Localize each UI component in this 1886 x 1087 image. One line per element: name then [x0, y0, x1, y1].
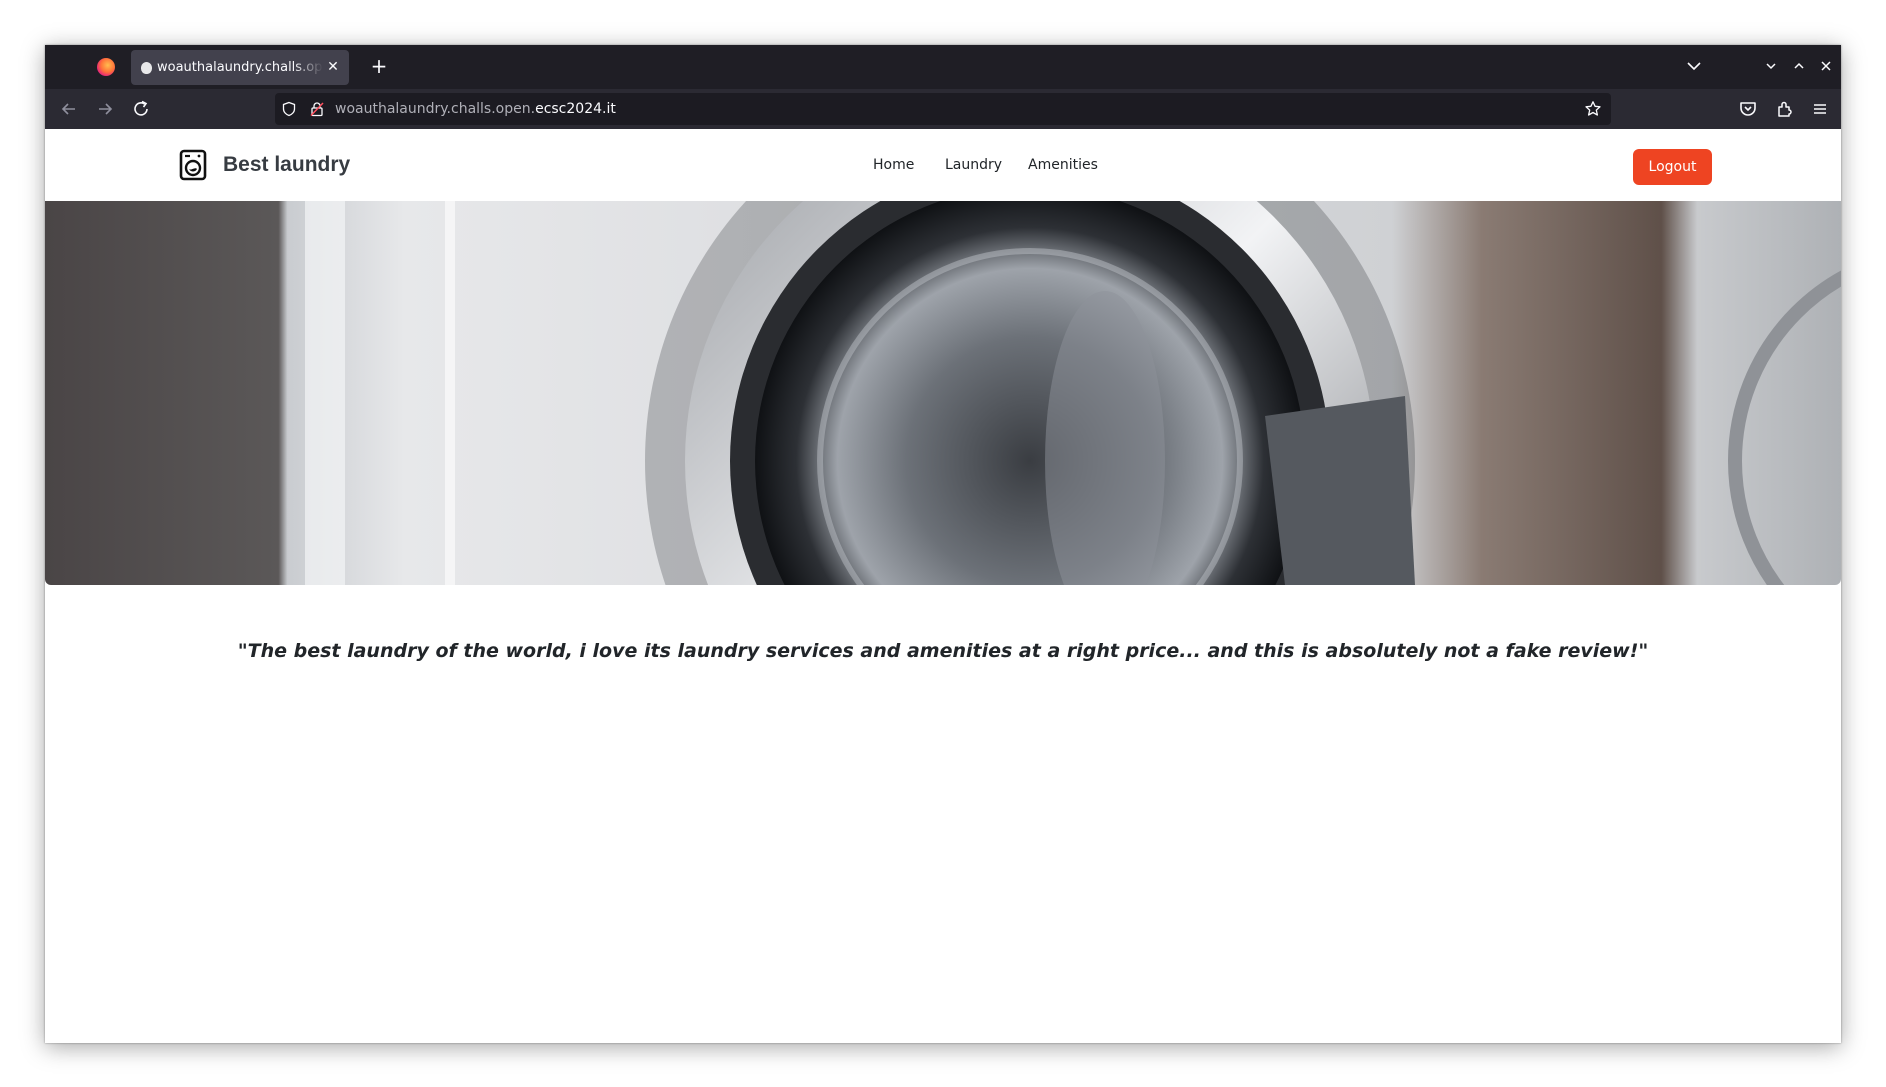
tab-favicon-icon	[141, 62, 152, 74]
nav-laundry[interactable]: Laundry	[945, 153, 1002, 177]
maximize-icon[interactable]	[1789, 56, 1809, 76]
minimize-icon[interactable]	[1761, 56, 1781, 76]
pocket-icon[interactable]	[1736, 97, 1760, 121]
bookmark-star-icon[interactable]	[1584, 100, 1602, 118]
review-quote: "The best laundry of the world, i love i…	[237, 640, 1649, 662]
web-page: Best laundry Home Laundry Amenities Logo…	[45, 129, 1841, 1043]
tab-title: woauthalaundry.challs.open.ecsc2024.it	[157, 60, 323, 75]
browser-window: woauthalaundry.challs.open.ecsc2024.it ✕…	[45, 45, 1841, 1043]
reload-icon[interactable]	[129, 97, 153, 121]
close-window-icon[interactable]	[1816, 56, 1836, 76]
nav-amenities[interactable]: Amenities	[1028, 153, 1098, 177]
insecure-lock-icon[interactable]	[309, 101, 325, 117]
url-domain: ecsc2024.it	[535, 101, 616, 117]
browser-tab[interactable]: woauthalaundry.challs.open.ecsc2024.it ✕	[131, 50, 349, 85]
menu-icon[interactable]	[1808, 97, 1832, 121]
extensions-icon[interactable]	[1772, 97, 1796, 121]
nav-home[interactable]: Home	[873, 153, 914, 177]
url-bar[interactable]: woauthalaundry.challs.open.ecsc2024.it	[275, 93, 1611, 125]
brand-name[interactable]: Best laundry	[223, 150, 350, 180]
back-icon[interactable]	[57, 97, 81, 121]
tab-bar: woauthalaundry.challs.open.ecsc2024.it ✕…	[45, 45, 1841, 89]
navigation-toolbar: woauthalaundry.challs.open.ecsc2024.it	[45, 89, 1841, 129]
url-prefix: woauthalaundry.challs.open.	[335, 101, 536, 117]
shield-icon[interactable]	[281, 101, 297, 117]
list-all-tabs-icon[interactable]	[1684, 56, 1704, 76]
new-tab-icon[interactable]: +	[366, 53, 392, 79]
logout-button[interactable]: Logout	[1633, 149, 1712, 185]
site-header: Best laundry Home Laundry Amenities Logo…	[45, 129, 1841, 201]
forward-icon[interactable]	[93, 97, 117, 121]
washing-machine-icon[interactable]	[179, 149, 207, 181]
firefox-logo-icon[interactable]	[97, 58, 115, 76]
tab-close-icon[interactable]: ✕	[325, 58, 341, 76]
hero-image	[45, 201, 1841, 585]
url-text[interactable]: woauthalaundry.challs.open.ecsc2024.it	[335, 100, 616, 118]
